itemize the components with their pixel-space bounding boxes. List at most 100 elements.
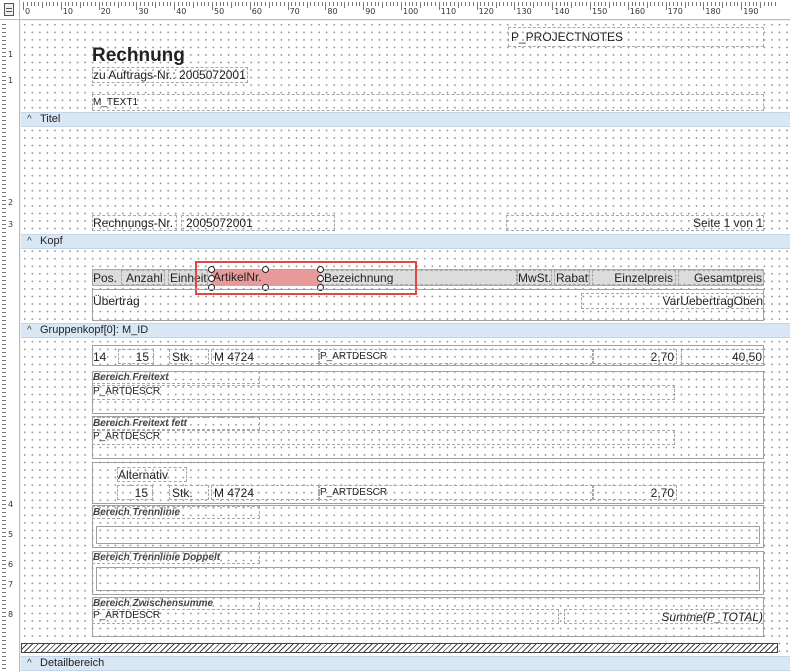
ruler-tick — [2, 408, 6, 409]
position-article[interactable]: M 4724 — [211, 349, 319, 364]
ruler-tick — [227, 2, 229, 6]
resize-handle[interactable] — [317, 275, 324, 282]
collapse-chevron-icon[interactable]: ^ — [27, 657, 32, 670]
ruler-tick — [2, 272, 6, 273]
order-number-field[interactable]: zu Auftrags-Nr.: 2005072001 — [92, 67, 248, 83]
band-end-marker — [21, 643, 778, 653]
ruler-tick — [2, 108, 6, 109]
ruler-tick — [695, 2, 697, 6]
resize-handle[interactable] — [262, 266, 269, 273]
freitext-field[interactable]: P_ARTDESCR — [92, 385, 675, 400]
ruler-tick — [574, 2, 576, 6]
ruler-tick — [185, 2, 187, 6]
band-titel[interactable]: ^ Titel — [21, 112, 790, 127]
page-info-field[interactable]: Seite 1 von 1 — [506, 215, 764, 231]
ruler-tick — [272, 2, 274, 6]
ruler-tick — [612, 2, 614, 6]
ruler-tick — [2, 568, 6, 569]
ruler-tick — [91, 2, 93, 6]
zwischensumme-field[interactable]: P_ARTDESCR — [92, 609, 559, 624]
position-unit[interactable]: Stk. — [169, 349, 209, 364]
position-pos[interactable]: 14 — [93, 350, 117, 364]
band-gruppenkopf[interactable]: ^ Gruppenkopf[0]: M_ID — [21, 323, 790, 338]
ruler-tick — [2, 412, 6, 413]
alternativ-qty[interactable]: 15 — [117, 485, 153, 500]
uebertrag-value[interactable]: VarUebertragOben — [581, 293, 764, 309]
report-designer-canvas[interactable]: P_PROJECTNOTES Rechnung zu Auftrags-Nr.:… — [21, 21, 790, 672]
page-setup-icon[interactable] — [0, 0, 20, 20]
double-separator-line[interactable] — [96, 567, 760, 591]
band-detailbereich[interactable]: ^ Detailbereich — [21, 656, 790, 671]
freitext-fett-title[interactable]: Bereich Freitext fett — [92, 417, 260, 430]
ruler-tick — [397, 2, 399, 6]
column-header-einzelpreis[interactable]: Einzelpreis — [592, 270, 676, 285]
ruler-label: 8 — [8, 610, 14, 619]
column-header-mwst[interactable]: MwSt. — [517, 270, 552, 285]
ruler-label: 150 — [592, 7, 608, 16]
ruler-tick — [306, 2, 308, 8]
trennlinie-title[interactable]: Bereich Trennlinie — [92, 506, 260, 519]
ruler-tick — [2, 96, 6, 97]
alternativ-article[interactable]: M 4724 — [211, 485, 319, 500]
collapse-chevron-icon[interactable]: ^ — [27, 324, 32, 337]
position-qty[interactable]: 15 — [118, 349, 154, 364]
column-header-gesamtpreis[interactable]: Gesamtpreis — [678, 270, 764, 285]
resize-handle[interactable] — [208, 275, 215, 282]
ruler-tick — [412, 2, 414, 6]
ruler-tick — [608, 2, 610, 8]
alternativ-price[interactable]: 2,70 — [593, 485, 677, 500]
ruler-tick — [2, 176, 6, 177]
ruler-tick — [2, 84, 6, 85]
ruler-label: 3 — [8, 220, 14, 229]
alternativ-label[interactable]: Alternativ — [117, 467, 187, 482]
collapse-chevron-icon[interactable]: ^ — [27, 235, 32, 248]
ruler-tick — [242, 2, 244, 6]
ruler-tick — [419, 2, 421, 8]
ruler-tick — [741, 2, 743, 10]
ruler-tick — [2, 380, 6, 381]
position-unit-price[interactable]: 2,70 — [593, 349, 677, 364]
ruler-tick — [2, 64, 6, 65]
freitext-title[interactable]: Bereich Freitext — [92, 371, 260, 384]
column-header-anzahl[interactable]: Anzahl — [121, 270, 165, 285]
ruler-tick — [2, 596, 6, 597]
ruler-tick — [2, 632, 6, 633]
position-total[interactable]: 40,50 — [681, 349, 764, 364]
resize-handle[interactable] — [208, 266, 215, 273]
alternativ-descr[interactable]: P_ARTDESCR — [319, 485, 593, 500]
resize-handle[interactable] — [317, 266, 324, 273]
invoice-number-value[interactable]: 2005072001 — [181, 215, 335, 231]
m-text-field[interactable]: M_TEXT1 — [92, 94, 764, 111]
ruler-tick — [2, 624, 6, 625]
band-kopf[interactable]: ^ Kopf — [21, 234, 790, 249]
ruler-tick — [737, 2, 739, 6]
trennlinie-doppelt-title[interactable]: Bereich Trennlinie Doppelt — [92, 551, 260, 564]
ruler-tick — [2, 376, 6, 377]
collapse-chevron-icon[interactable]: ^ — [27, 113, 32, 126]
column-header-rabatt[interactable]: Rabatt — [554, 270, 590, 285]
uebertrag-label[interactable]: Übertrag — [93, 294, 153, 308]
freitext-fett-field[interactable]: P_ARTDESCR — [92, 430, 675, 445]
ruler-tick — [2, 512, 6, 513]
ruler-tick — [87, 2, 89, 6]
ruler-tick — [487, 2, 489, 6]
ruler-label: 160 — [629, 7, 646, 16]
column-header-pos[interactable]: Pos. — [93, 271, 119, 285]
zwischensumme-total[interactable]: Summe(P_TOTAL) — [564, 609, 764, 624]
ruler-tick — [2, 60, 6, 61]
alternativ-unit[interactable]: Stk. — [169, 485, 209, 500]
ruler-tick — [283, 2, 285, 6]
project-notes-field[interactable]: P_PROJECTNOTES — [508, 27, 764, 47]
ruler-tick — [533, 2, 535, 8]
ruler-tick — [2, 100, 6, 101]
report-title[interactable]: Rechnung — [92, 45, 187, 69]
separator-line[interactable] — [96, 526, 760, 544]
invoice-number-label[interactable]: Rechnungs-Nr. — [92, 215, 177, 231]
ruler-tick — [2, 360, 6, 361]
ruler-tick — [631, 2, 633, 6]
ruler-tick — [2, 320, 6, 321]
ruler-tick — [2, 540, 6, 541]
position-descr[interactable]: P_ARTDESCR — [319, 349, 593, 364]
ruler-tick — [117, 2, 119, 8]
ruler-tick — [703, 2, 705, 10]
